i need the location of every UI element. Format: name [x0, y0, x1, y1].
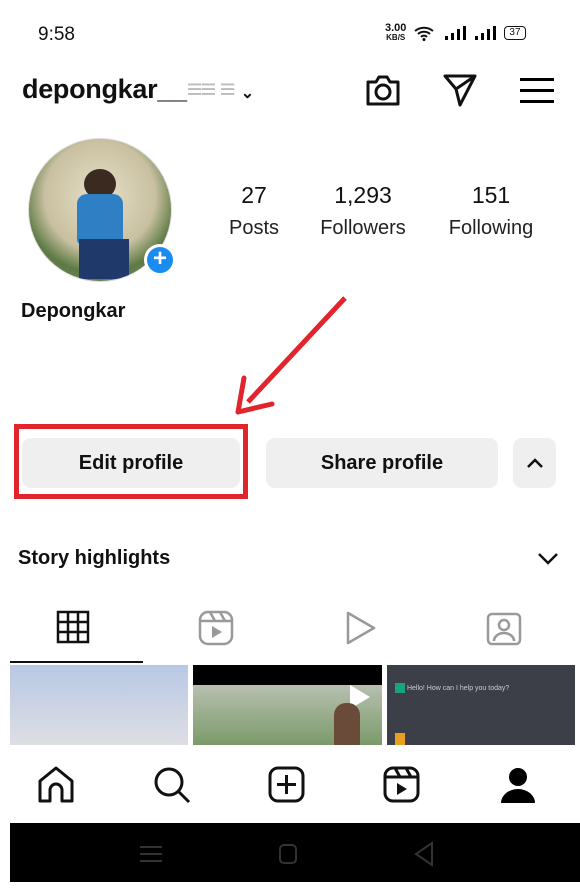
annotation-highlight-box: [14, 424, 248, 499]
display-name: Depongkar: [21, 300, 126, 322]
status-icons: 3.00 KB/S 37: [385, 22, 526, 42]
signal-icon: [445, 26, 467, 40]
signal-icon: [475, 26, 497, 40]
annotation-arrow: [235, 296, 347, 415]
post-thumbnail[interactable]: [10, 665, 188, 745]
followers-count: 1,293: [334, 182, 392, 208]
video-icon[interactable]: [344, 610, 378, 646]
chevron-down-icon: ⌄: [240, 85, 254, 102]
create-icon[interactable]: [267, 765, 307, 805]
net-speed: 3.00: [385, 22, 407, 34]
following-count: 151: [471, 182, 511, 208]
stat-followers[interactable]: 1,293 Followers: [298, 182, 428, 240]
grid-icon[interactable]: [56, 610, 90, 644]
username: depongkar__: [22, 74, 187, 104]
active-tab-indicator: [10, 661, 143, 663]
recent-apps-icon[interactable]: [140, 845, 162, 863]
system-nav-bar: [10, 823, 580, 882]
stat-following[interactable]: 151 Following: [426, 182, 556, 240]
tagged-icon[interactable]: [486, 610, 522, 646]
add-story-button[interactable]: +: [144, 244, 176, 276]
share-profile-button[interactable]: Share profile: [266, 438, 498, 488]
reels-icon[interactable]: [382, 765, 422, 805]
reels-icon[interactable]: [198, 610, 234, 646]
followers-label: Followers: [320, 217, 406, 239]
home-icon[interactable]: [36, 765, 76, 805]
username-switcher[interactable]: depongkar__≡≡ ≡ ⌄: [22, 74, 254, 105]
chevron-up-icon: [526, 458, 543, 468]
thumbnail-chat-text: Hello! How can I help you today?: [406, 684, 510, 692]
post-thumbnail[interactable]: Hello! How can I help you today?: [387, 665, 575, 745]
following-label: Following: [448, 217, 534, 239]
camera-icon[interactable]: [364, 72, 402, 108]
profile-icon[interactable]: [498, 765, 538, 805]
wifi-icon: [414, 26, 435, 41]
direct-message-icon[interactable]: [442, 72, 478, 108]
post-thumbnail[interactable]: [193, 665, 382, 745]
back-icon[interactable]: [414, 841, 434, 867]
net-unit: KB/S: [386, 33, 406, 42]
chevron-down-icon[interactable]: [537, 552, 559, 566]
status-time: 9:58: [38, 24, 75, 45]
suggestions-toggle-button[interactable]: [513, 438, 556, 488]
search-icon[interactable]: [152, 765, 192, 805]
menu-icon[interactable]: [520, 76, 554, 104]
home-button-icon[interactable]: [278, 843, 298, 865]
battery-icon: 37: [504, 26, 526, 40]
story-highlights-title: Story highlights: [18, 547, 171, 569]
